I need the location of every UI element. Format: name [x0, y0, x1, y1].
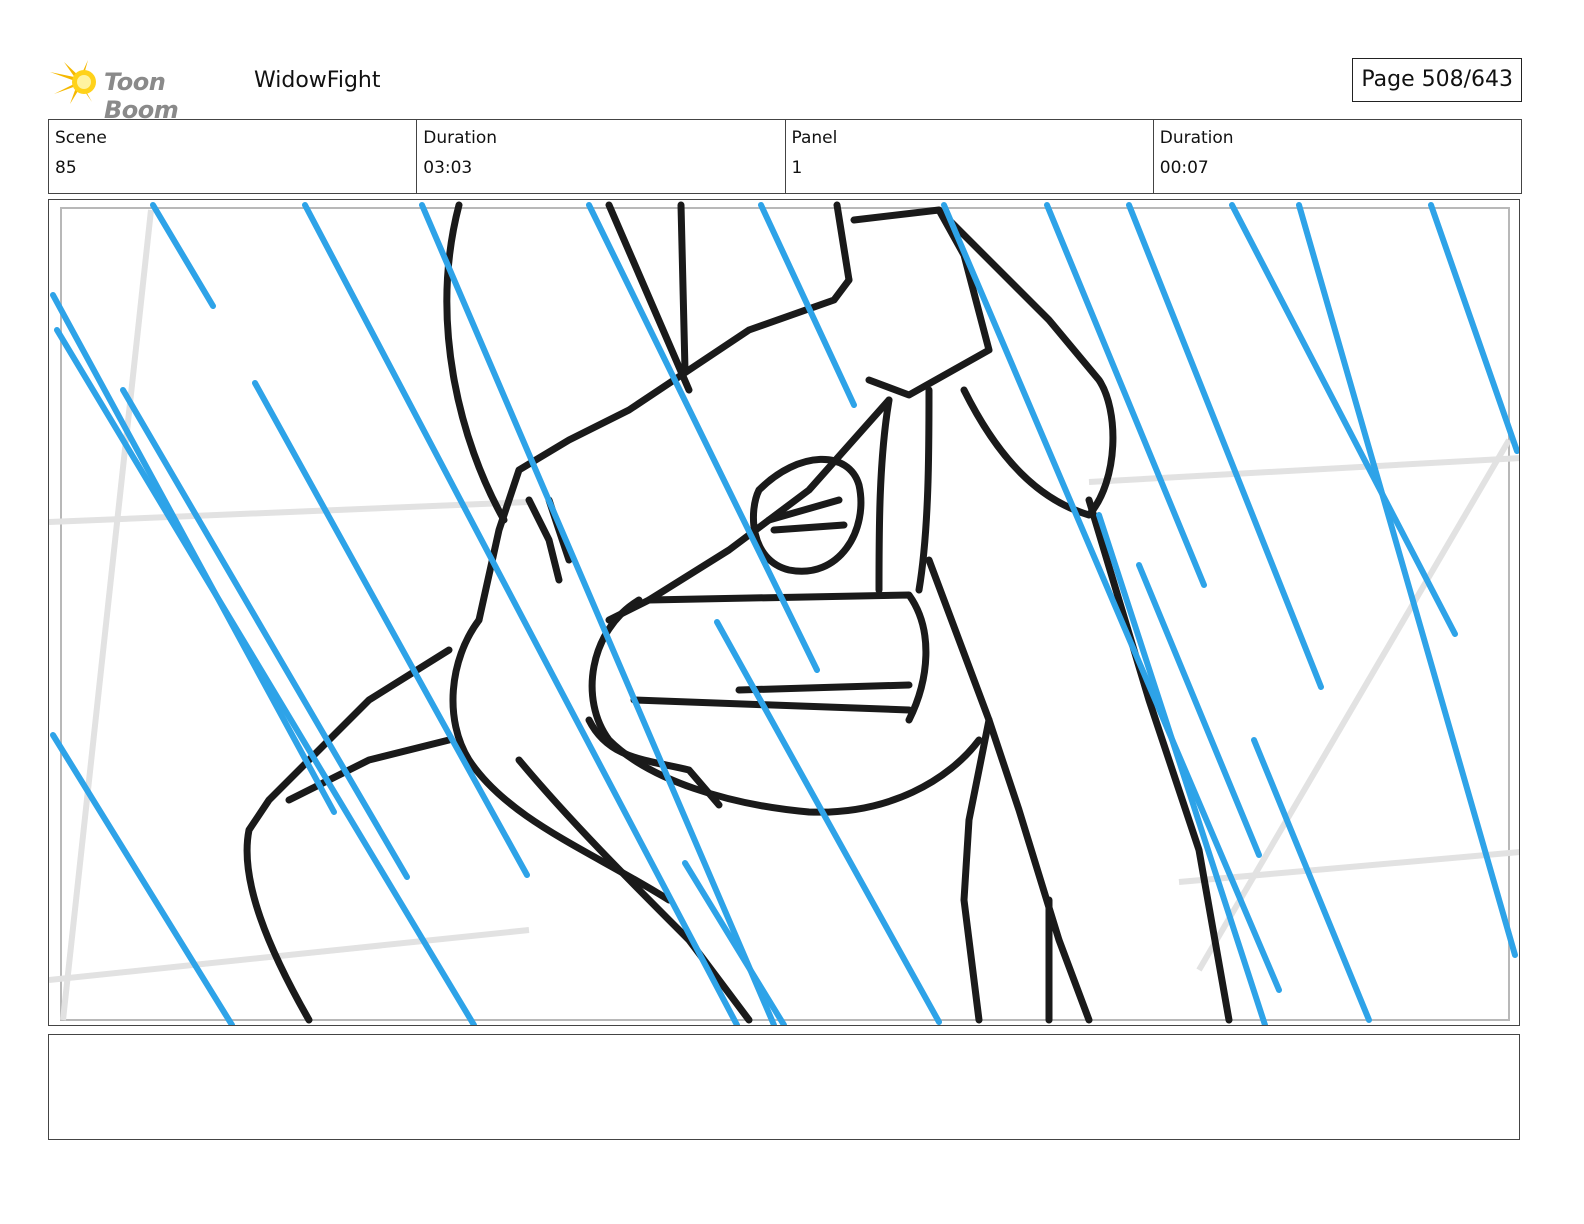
page-indicator: Page 508/643 — [1352, 58, 1522, 102]
scene-label: Scene — [55, 128, 107, 148]
panel-cell: Panel 1 — [786, 120, 1154, 193]
storyboard-header: Toon Boom WidowFight Page 508/643 — [48, 56, 1522, 124]
panel-label: Panel — [791, 128, 838, 148]
panel-duration-label: Duration — [1159, 128, 1234, 148]
starburst-icon — [50, 60, 96, 104]
toon-boom-logo: Toon Boom — [48, 58, 238, 124]
storyboard-panel — [48, 199, 1520, 1026]
scene-duration-cell: Duration 03:03 — [417, 120, 786, 193]
project-title: WidowFight — [254, 68, 381, 93]
scene-duration-label: Duration — [423, 128, 498, 148]
panel-duration-value: 00:07 — [1159, 158, 1209, 178]
panel-notes-box — [48, 1034, 1520, 1140]
brand-name: Toon Boom — [104, 68, 179, 124]
scene-value: 85 — [55, 158, 77, 178]
scene-cell: Scene 85 — [49, 120, 418, 193]
panel-duration-cell: Duration 00:07 — [1154, 120, 1521, 193]
panel-value: 1 — [791, 158, 803, 178]
panel-sketch — [49, 201, 1519, 1025]
scene-duration-value: 03:03 — [423, 158, 473, 178]
scene-info-table: Scene 85 Duration 03:03 Panel 1 Duration… — [48, 119, 1522, 194]
rain-streaks — [50, 202, 1519, 1025]
